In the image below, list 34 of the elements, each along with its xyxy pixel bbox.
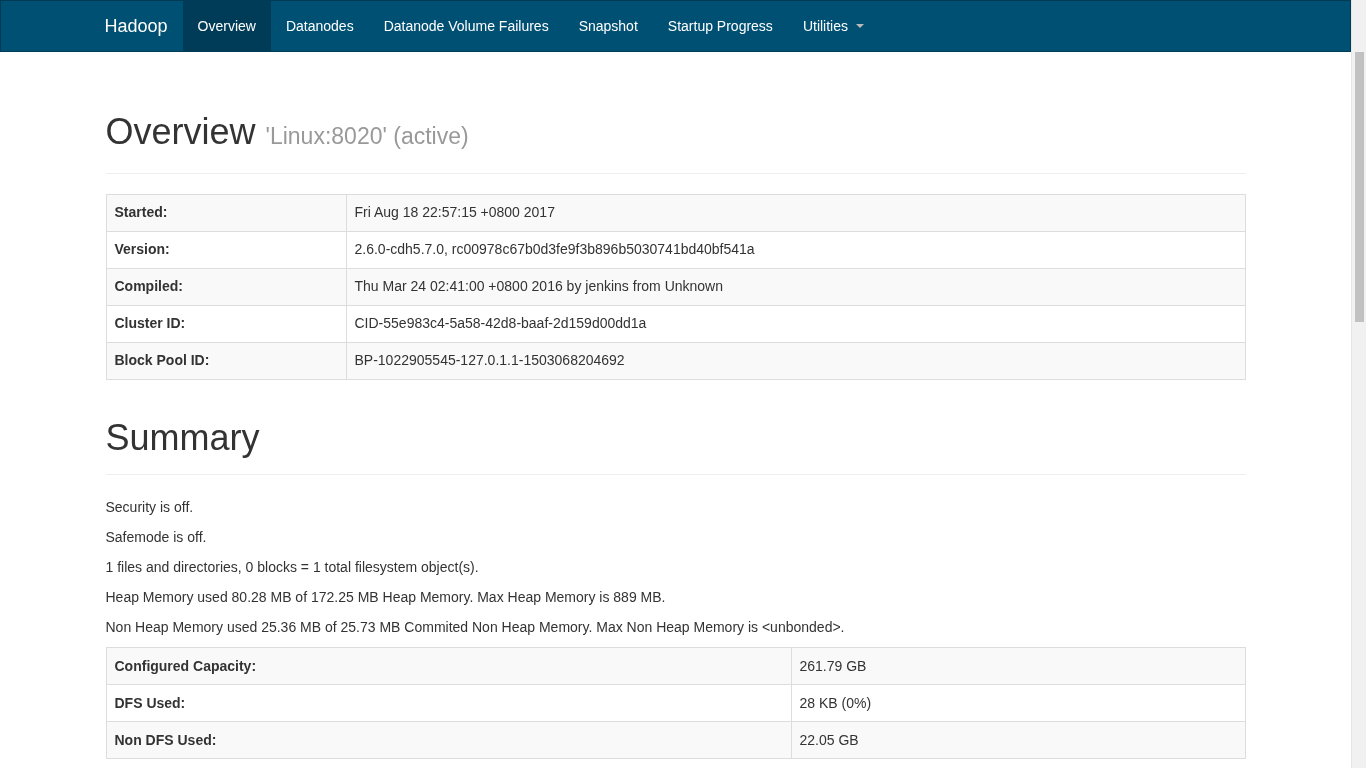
page-subtitle: 'Linux:8020' (active) xyxy=(265,122,469,151)
summary-text: 1 files and directories, 0 blocks = 1 total filesystem object(s). xyxy=(105,558,480,578)
table-cell: 2.6.0-cdh5.7.0, rc00978c67b0d3fe9f3b896b5030741bd40bf541a xyxy=(346,231,1245,268)
caret-icon xyxy=(856,24,864,28)
table-cell: 261.79 GB xyxy=(791,647,1245,685)
table-header-cell: Configured Capacity: xyxy=(106,647,791,685)
brand-link[interactable]: Hadoop xyxy=(104,1,183,51)
table-header-cell: Started: xyxy=(106,194,346,231)
table-cell: 28 KB (0%) xyxy=(791,684,1245,722)
table-cell: Thu Mar 24 02:41:00 +0800 2016 by jenkins from Unknown xyxy=(346,268,1245,305)
table-cell: BP-1022905545-127.0.1.1-1503068204692 xyxy=(346,342,1245,379)
nav-tab[interactable]: Utilities xyxy=(787,1,879,51)
table-cell: 22.05 GB xyxy=(791,721,1245,759)
table-cell: Fri Aug 18 22:57:15 +0800 2017 xyxy=(346,194,1245,231)
page-title: Overview xyxy=(105,112,256,152)
summary-text: Security is off. xyxy=(105,498,195,518)
nav-tab[interactable]: Overview xyxy=(182,1,271,51)
nav-tab[interactable]: Startup Progress xyxy=(652,1,788,51)
table-header-cell: Version: xyxy=(106,231,346,268)
scrollbar-thumb[interactable] xyxy=(1354,52,1364,322)
table-cell: CID-55e983c4-5a58-42d8-baaf-2d159d00dd1a xyxy=(346,305,1245,342)
nav-tab[interactable]: Snapshot xyxy=(563,1,653,51)
summary-text: Safemode is off. xyxy=(105,528,208,548)
summary-text: Non Heap Memory used 25.36 MB of 25.73 MB Commited Non Heap Memory. Max Non Heap Memory is <unbonded>. xyxy=(105,618,846,638)
section-title: Summary xyxy=(105,417,1246,476)
table-header-cell: Cluster ID: xyxy=(106,305,346,342)
nav-tab[interactable]: Datanodes xyxy=(270,1,369,51)
scrollbar[interactable] xyxy=(1351,0,1366,768)
table-header-cell: DFS Used: xyxy=(106,684,791,722)
table-header-cell: Block Pool ID: xyxy=(106,342,346,379)
summary-text: Heap Memory used 80.28 MB of 172.25 MB Heap Memory. Max Heap Memory is 889 MB. xyxy=(105,588,667,608)
table-header-cell: Compiled: xyxy=(106,268,346,305)
table-header-cell: Non DFS Used: xyxy=(106,721,791,759)
nav-tab[interactable]: Datanode Volume Failures xyxy=(368,1,564,51)
